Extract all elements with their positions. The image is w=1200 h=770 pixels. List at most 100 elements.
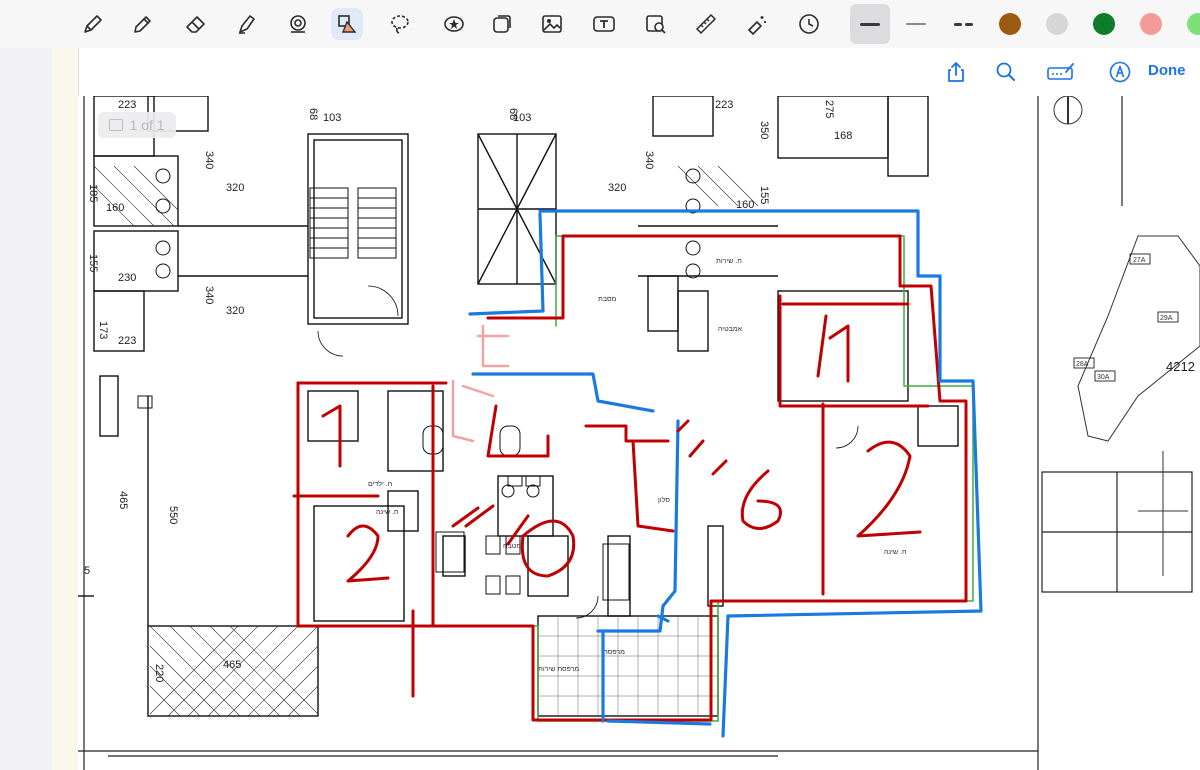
markup-icon [1109, 61, 1131, 83]
clock-tool[interactable] [793, 8, 825, 40]
shape-recognition-tool[interactable] [282, 8, 314, 40]
dim-230: 230 [118, 272, 136, 284]
document-page: 223 103 68 340 320 160 185 155 230 340 3… [78, 96, 1200, 770]
ruler-icon [695, 13, 717, 35]
shapes-tool[interactable] [331, 8, 363, 40]
done-button[interactable]: Done [1148, 62, 1200, 79]
color-swatch-gray[interactable] [1046, 13, 1068, 35]
color-swatch-light-green[interactable] [1187, 13, 1200, 35]
lot-30a: 30A [1097, 374, 1110, 381]
sticky-note-icon [493, 15, 511, 33]
search-button[interactable] [992, 58, 1020, 86]
svg-text:מרפסת שירות: מרפסת שירות [538, 666, 579, 673]
lasso-icon [391, 15, 409, 34]
thick-line-preview [860, 22, 880, 26]
dim-168: 350 [758, 121, 770, 139]
markup-button[interactable] [1106, 58, 1134, 86]
dim-223-a: 223 [118, 99, 136, 111]
signature-button[interactable] [1044, 58, 1078, 86]
dashed-line-option[interactable] [943, 4, 983, 44]
page-thumbnails-icon [109, 119, 124, 131]
image-search-icon [646, 15, 666, 34]
shapes-icon [338, 15, 357, 33]
dim-275: 275 [823, 100, 835, 118]
dim-155-a: 155 [87, 254, 99, 272]
left-margin [0, 48, 52, 770]
thick-line-option[interactable] [850, 4, 890, 44]
annotation-number-6 [740, 469, 782, 530]
lot-29a: 29A [1160, 315, 1173, 322]
shape-recognition-icon [290, 15, 306, 33]
thin-line-preview [906, 23, 926, 25]
pen-icon [84, 15, 102, 33]
pencil-icon [134, 16, 151, 33]
magic-eraser-icon [747, 16, 766, 36]
annotation-number-1-a [321, 404, 342, 468]
svg-text:ח. שינה: ח. שינה [884, 549, 907, 556]
dim-340-b: 340 [203, 286, 215, 304]
floor-plan-drawing: 223 103 68 340 320 160 185 155 230 340 3… [78, 96, 1200, 770]
image-icon [542, 15, 562, 33]
color-swatch-green[interactable] [1093, 13, 1115, 35]
lasso-tool[interactable] [384, 8, 416, 40]
stamp-icon [444, 16, 464, 32]
eraser-icon [186, 16, 205, 33]
color-swatch-pink[interactable] [1140, 13, 1162, 35]
dim-220: 220 [153, 664, 165, 682]
ruler-tool[interactable] [690, 8, 722, 40]
lot-27a: 27A [1133, 257, 1146, 264]
dashed-line-preview [953, 22, 973, 26]
page-counter-badge[interactable]: 1 of 1 [98, 112, 176, 138]
page-counter-label: 1 of 1 [129, 117, 165, 133]
signature-icon [1047, 63, 1074, 80]
dim-103-a: 103 [323, 112, 341, 124]
dim-173: 173 [97, 321, 109, 339]
clock-icon [799, 14, 819, 34]
image-search-tool[interactable] [640, 8, 672, 40]
dim-340-c: 340 [643, 151, 655, 169]
dim-320-c: 320 [608, 182, 626, 194]
dim-223-c: 223 [715, 99, 733, 111]
image-tool[interactable] [536, 8, 568, 40]
markup-toolbar [0, 0, 1200, 49]
dim-160-a: 160 [106, 202, 124, 214]
svg-text:ח. שינה: ח. שינה [376, 509, 399, 516]
svg-text:מטבח: מטבח [503, 543, 521, 550]
dim-185: 185 [87, 184, 99, 202]
dim-155-b: 155 [758, 186, 770, 204]
dim-340-a: 340 [203, 151, 215, 169]
svg-text:ח. שירות: ח. שירות [716, 258, 742, 265]
pencil-tool[interactable] [127, 8, 159, 40]
annotation-number-2-a [346, 524, 390, 583]
share-button[interactable] [942, 58, 970, 86]
thin-line-option[interactable] [896, 4, 936, 44]
pen-tool[interactable] [77, 8, 109, 40]
highlighter-tool[interactable] [231, 8, 263, 40]
dim-465-a: 465 [117, 491, 129, 509]
search-icon [996, 62, 1015, 81]
document-toolbar: Done [78, 48, 1200, 96]
lot-28a: 28A [1076, 361, 1089, 368]
dim-465-b: 465 [223, 659, 241, 671]
highlighter-icon [239, 15, 255, 34]
sticky-note-tool[interactable] [486, 8, 518, 40]
thumbnail-panel [52, 48, 79, 770]
dim-5: 5 [84, 565, 90, 577]
magic-eraser-tool[interactable] [741, 8, 773, 40]
dim-160-b: 160 [736, 199, 754, 211]
dim-68-a: 68 [307, 108, 319, 120]
text-box-tool[interactable] [588, 8, 620, 40]
dim-320-b: 320 [226, 305, 244, 317]
stamp-tool[interactable] [438, 8, 470, 40]
svg-text:ח. ילדים: ח. ילדים [368, 480, 393, 488]
dim-550: 550 [167, 506, 179, 524]
dim-223-b: 223 [118, 335, 136, 347]
dim-350: 168 [834, 130, 852, 142]
color-swatch-brown[interactable] [999, 13, 1021, 35]
svg-text:סלון: סלון [658, 496, 670, 504]
text-box-icon [593, 16, 615, 32]
svg-text:מסבת: מסבת [598, 296, 617, 303]
svg-text:אמבטיה: אמבטיה [718, 326, 743, 333]
eraser-tool[interactable] [180, 8, 212, 40]
annotation-number-2-b [856, 440, 922, 538]
